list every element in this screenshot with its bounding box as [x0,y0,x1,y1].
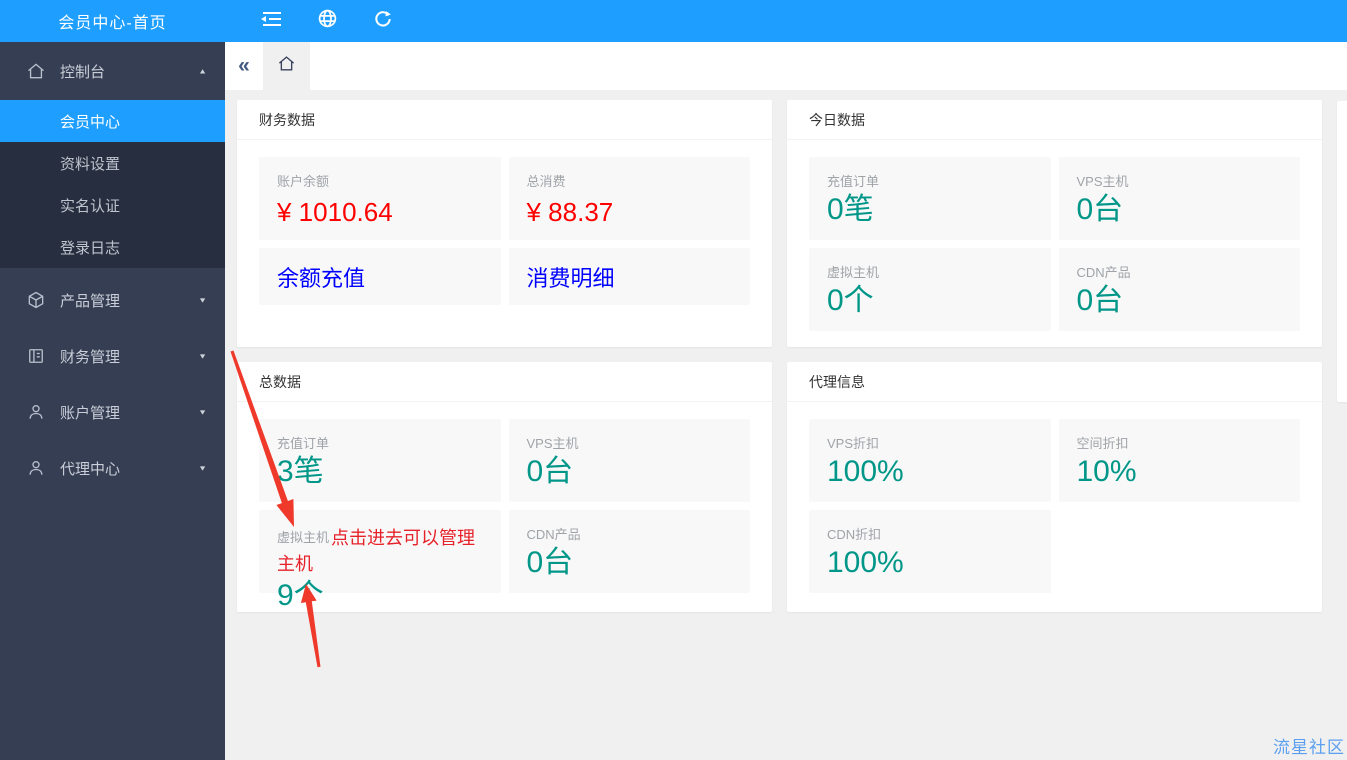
consumption-detail-link[interactable]: 消费明细 [508,248,750,305]
vps-discount-tile: VPS折扣 100% [809,419,1051,502]
refresh-button[interactable] [361,0,405,42]
sidebar-item-finance-management[interactable]: 财务管理 ▼ [0,328,225,384]
stat-label: 充值订单 [277,436,330,451]
collapse-tabs-button[interactable]: « [225,42,263,90]
account-balance-tile: 账户余额 ¥ 1010.64 [259,157,501,240]
card-title: 总数据 [237,362,772,402]
sidebar-item-label: 账户管理 [60,404,121,422]
stat-value: 3笔 [277,455,324,488]
stat-label: 账户余额 [277,174,330,189]
cube-icon [26,290,46,310]
stat-label: 总消费 [526,174,566,189]
stat-label: 空间折扣 [1076,436,1129,451]
chevron-down-icon: ▼ [198,464,207,472]
tab-bar: « [225,42,1347,90]
finance-data-card: 财务数据 账户余额 ¥ 1010.64 总消费 ¥ 88.37 余额充值 消费明… [237,100,772,347]
watermark: 流星社区 [1273,738,1345,757]
stat-label: 虚拟主机 [827,265,880,280]
total-cdn-tile: CDN产品 0台 [508,510,750,593]
chevron-down-icon: ▼ [198,352,207,360]
language-button[interactable] [305,0,349,42]
stat-value: 0个 [827,284,874,317]
user-icon [26,402,46,422]
sidebar-item-label: 代理中心 [60,460,121,478]
stat-label: CDN折扣 [827,527,882,542]
agent-info-card: 代理信息 VPS折扣 100% 空间折扣 10% CDN折扣 100% [787,362,1322,612]
total-vps-tile: VPS主机 0台 [508,419,750,502]
chevron-down-icon: ▼ [198,408,207,416]
sidebar-item-label: 财务管理 [60,348,121,366]
sidebar-item-label: 产品管理 [60,292,121,310]
today-vps-tile: VPS主机 0台 [1058,157,1300,240]
stat-label: CDN产品 [526,527,581,542]
stat-value: 0台 [1076,284,1124,317]
today-virtual-host-tile: 虚拟主机 0个 [809,248,1051,331]
stat-value: 9个 [277,579,324,612]
tab-home[interactable] [263,42,310,90]
cutoff-card-edge [1337,101,1347,402]
stat-value: 0台 [526,455,574,488]
sidebar-item-console[interactable]: 控制台 ▲ [0,42,225,100]
stat-value: 10% [1076,455,1137,488]
stat-label: 充值订单 [827,174,880,189]
sidebar-item-label: 登录日志 [60,239,121,257]
sidebar-item-account-management[interactable]: 账户管理 ▼ [0,384,225,440]
main-content: 财务数据 账户余额 ¥ 1010.64 总消费 ¥ 88.37 余额充值 消费明… [225,90,1347,760]
total-consumption-tile: 总消费 ¥ 88.37 [508,157,750,240]
cdn-discount-tile: CDN折扣 100% [809,510,1051,593]
sidebar-item-label: 实名认证 [60,197,121,215]
total-data-card: 总数据 充值订单 3笔 VPS主机 0台 虚拟主机 点击进去可以管理主机 9个 C… [237,362,772,612]
chevron-down-icon: ▼ [198,296,207,304]
space-discount-tile: 空间折扣 10% [1058,419,1300,502]
stat-value: 0台 [1076,193,1124,226]
stat-label: VPS主机 [1076,174,1129,189]
page-title: 会员中心-首页 [58,15,167,32]
refresh-icon [373,9,393,34]
card-title: 财务数据 [237,100,772,140]
stat-value: 0笔 [827,193,874,226]
stat-value: 100% [827,455,904,488]
stat-value: ¥ 1010.64 [277,197,393,227]
sidebar-item-label: 控制台 [60,63,106,81]
card-title: 代理信息 [787,362,1322,402]
chevron-up-icon: ▲ [198,67,207,75]
collapse-menu-icon [258,8,284,35]
sidebar-item-label: 会员中心 [60,113,121,131]
sidebar-item-member-center[interactable]: 会员中心 [0,100,225,142]
sidebar-item-realname-auth[interactable]: 实名认证 [0,184,225,226]
sidebar: 控制台 ▲ 会员中心 资料设置 实名认证 登录日志 产品管理 ▼ 财务管理 ▼ … [0,42,225,760]
globe-icon [317,8,338,34]
stat-label: CDN产品 [1076,265,1131,280]
topbar-actions [225,0,405,42]
today-recharge-orders-tile: 充值订单 0笔 [809,157,1051,240]
today-data-card: 今日数据 充值订单 0笔 VPS主机 0台 虚拟主机 0个 CDN产品 0台 [787,100,1322,347]
recharge-link[interactable]: 余额充值 [259,248,501,305]
user-icon [26,458,46,478]
stat-value: 100% [827,546,904,579]
stat-label: 虚拟主机 点击进去可以管理主机 [277,528,476,574]
total-virtual-host-tile[interactable]: 虚拟主机 点击进去可以管理主机 9个 [259,510,501,612]
sidebar-item-profile-settings[interactable]: 资料设置 [0,142,225,184]
stat-label: VPS主机 [526,436,579,451]
top-header-bar: 会员中心-首页 [0,0,1347,42]
stat-value: ¥ 88.37 [526,197,614,227]
app-window: 会员中心-首页 控制台 ▲ 会员中心 资料设置 实名认证 登录日志 产品管理 ▼… [0,0,1347,760]
home-icon [277,54,296,78]
ledger-icon [26,346,46,366]
stat-label: VPS折扣 [827,436,880,451]
sidebar-item-label: 资料设置 [60,155,121,173]
total-recharge-orders-tile: 充值订单 3笔 [259,419,501,502]
collapse-sidebar-button[interactable] [249,0,293,42]
sidebar-item-product-management[interactable]: 产品管理 ▼ [0,272,225,328]
home-icon [26,61,46,81]
card-title: 今日数据 [787,100,1322,140]
today-cdn-tile: CDN产品 0台 [1058,248,1300,331]
sidebar-item-agent-center[interactable]: 代理中心 ▼ [0,440,225,496]
stat-value: 0台 [526,546,574,579]
sidebar-item-login-logs[interactable]: 登录日志 [0,226,225,268]
console-submenu: 会员中心 资料设置 实名认证 登录日志 [0,100,225,268]
